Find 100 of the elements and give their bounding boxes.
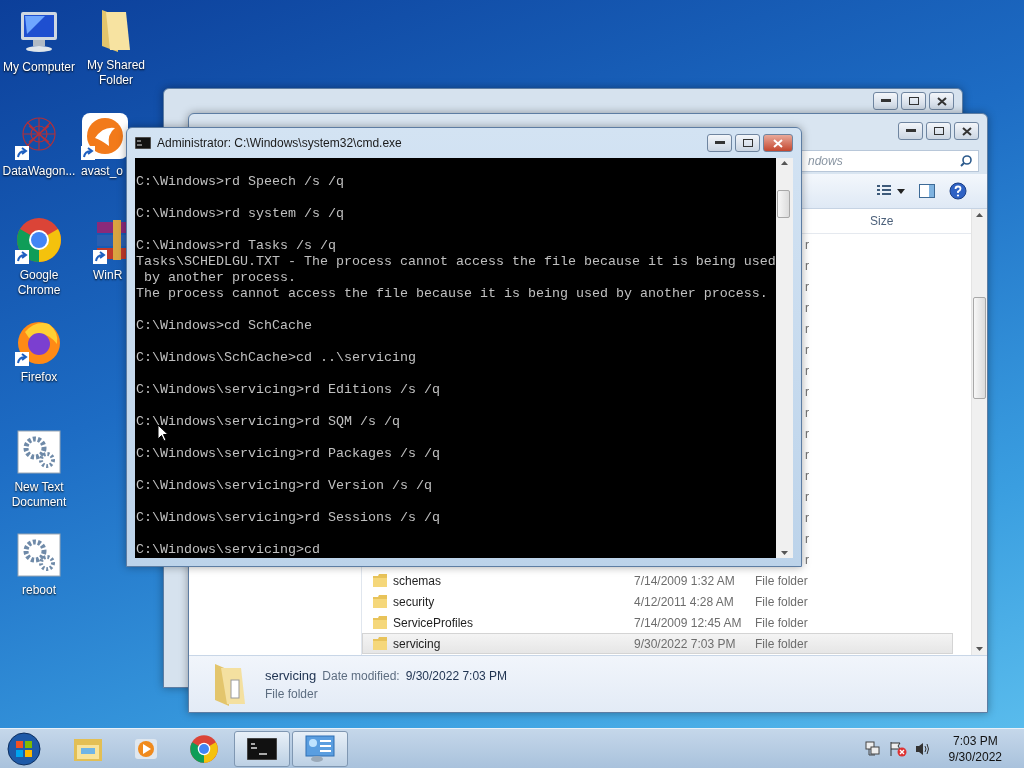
clock-time: 7:03 PM [952, 732, 998, 749]
console-line: C:\Windows\servicing>rd Version /s /q [136, 478, 432, 494]
scrollbar[interactable] [776, 158, 793, 558]
console-icon [247, 737, 277, 760]
desktop-icon-label[interactable]: Google Chrome [1, 268, 77, 298]
maximize-button[interactable] [901, 92, 926, 110]
minimize-button[interactable] [707, 134, 732, 152]
clock-date: 9/30/2022 [948, 748, 1002, 765]
close-icon [773, 138, 783, 148]
chrome-icon [15, 216, 63, 264]
desktop-icon-label[interactable]: My Shared Folder [78, 58, 154, 88]
scrollbar[interactable] [971, 209, 987, 655]
scroll-down-icon [781, 551, 788, 555]
scroll-thumb[interactable] [973, 297, 986, 399]
desktop-icon-label[interactable]: reboot [22, 583, 56, 598]
start-orb-icon [7, 731, 41, 766]
desktop-icon-label[interactable]: DataWagon... [2, 164, 76, 179]
minimize-icon [714, 141, 725, 145]
date-value: 9/30/2022 7:03 PM [405, 668, 508, 683]
console-line: C:\Windows\servicing>cd [136, 542, 320, 558]
console-line: The process cannot access the file because it is being used by another process. [136, 286, 768, 302]
search-icon [960, 155, 972, 167]
file-type: r [805, 510, 809, 525]
close-button[interactable] [929, 92, 954, 110]
minimize-button[interactable] [898, 122, 923, 140]
scroll-down-icon [976, 647, 983, 651]
file-type: r [805, 237, 809, 252]
file-row[interactable]: security 4/12/2011 4:28 AM File folder [362, 591, 953, 612]
view-list-icon[interactable] [877, 185, 905, 197]
file-type: r [805, 468, 809, 483]
avast-icon [81, 112, 129, 160]
file-type: r [805, 300, 809, 315]
console-line: C:\Windows\servicing>rd Sessions /s /q [136, 510, 440, 526]
maximize-icon [908, 97, 919, 105]
desktop-icon-label[interactable]: Firefox [20, 370, 58, 385]
date-label: Date modified: [322, 668, 400, 683]
close-button[interactable] [954, 122, 979, 140]
maximize-icon [933, 127, 944, 135]
desktop-icon-label[interactable]: avast_o [81, 164, 124, 179]
console-line: C:\Windows>rd Tasks /s /q [136, 238, 336, 254]
file-row[interactable]: schemas 7/14/2009 1:32 AM File folder [362, 570, 953, 591]
file-type: r [805, 531, 809, 546]
file-type: File folder [755, 636, 809, 651]
gear-document-icon [15, 531, 63, 579]
file-type: r [805, 363, 809, 378]
maximize-icon [742, 139, 753, 147]
scroll-up-icon [781, 161, 788, 165]
flag-icon[interactable] [888, 740, 907, 757]
taskbar-button[interactable] [234, 730, 290, 767]
item-type: File folder [265, 686, 319, 701]
file-type: r [805, 384, 809, 399]
console-line: Tasks\SCHEDLGU.TXT - The process cannot access the file because it is being used [136, 254, 776, 270]
column-header[interactable]: Size [867, 214, 894, 228]
maximize-button[interactable] [926, 122, 951, 140]
control-panel-icon [305, 734, 335, 763]
console-line: by another process. [143, 270, 296, 286]
chrome-icon [189, 733, 219, 764]
file-type: r [805, 279, 809, 294]
help-icon[interactable] [949, 182, 967, 200]
file-type: File folder [755, 594, 809, 609]
console-line: C:\Windows\SchCache>cd ..\servicing [136, 350, 416, 366]
console-line: C:\Windows\servicing>rd SQM /s /q [136, 414, 400, 430]
scroll-thumb[interactable] [777, 190, 790, 218]
network-icon[interactable] [864, 740, 881, 757]
console-line: C:\Windows\servicing>rd Packages /s /q [136, 446, 440, 462]
desktop-icon-label[interactable]: My Computer [3, 60, 75, 75]
file-row[interactable]: ServiceProfiles 7/14/2009 12:45 AM File folder [362, 612, 953, 633]
start-button[interactable] [4, 730, 44, 767]
console-line: C:\Windows>cd SchCache [136, 318, 312, 334]
file-type: r [805, 447, 809, 462]
console-icon [135, 137, 151, 149]
gear-document-icon [15, 428, 63, 476]
file-date: 9/30/2022 7:03 PM [634, 636, 737, 651]
maximize-button[interactable] [735, 134, 760, 152]
file-row[interactable]: servicing 9/30/2022 7:03 PM File folder [362, 633, 953, 654]
desktop-icon-label[interactable]: WinR [93, 268, 123, 283]
folder-icon [373, 616, 387, 629]
item-name: servicing [265, 667, 317, 683]
file-type: r [805, 552, 809, 567]
file-name: security [393, 594, 435, 609]
minimize-icon [880, 99, 891, 103]
preview-pane-icon[interactable] [919, 184, 935, 198]
file-name: ServiceProfiles [393, 615, 474, 630]
console-line: C:\Windows\servicing>rd Editions /s /q [136, 382, 440, 398]
close-icon [961, 126, 972, 136]
folder-icon [373, 595, 387, 608]
file-date: 7/14/2009 12:45 AM [634, 615, 743, 630]
desktop-icon-label[interactable]: New Text Document [1, 480, 77, 510]
file-name: schemas [393, 573, 442, 588]
close-icon [936, 96, 947, 106]
clock[interactable]: 7:03 PM 9/30/2022 [948, 732, 1002, 765]
file-type: r [805, 489, 809, 504]
minimize-icon [905, 129, 916, 133]
file-type: r [805, 405, 809, 420]
minimize-button[interactable] [873, 92, 898, 110]
file-date: 7/14/2009 1:32 AM [634, 573, 736, 588]
speaker-icon[interactable] [914, 740, 931, 757]
window-title: Administrator: C:\Windows\system32\cmd.exe [157, 136, 402, 150]
folder-icon [373, 637, 387, 650]
console-line: C:\Windows>rd system /s /q [136, 206, 344, 222]
